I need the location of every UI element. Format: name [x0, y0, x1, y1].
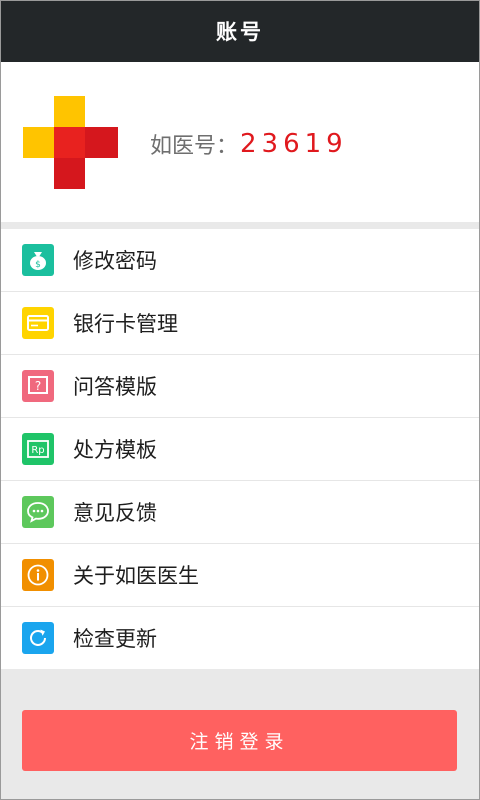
svg-text:?: ? [35, 379, 41, 393]
account-id-label: 如医号： [150, 134, 239, 159]
question-icon: ? [22, 370, 54, 402]
menu-item-label: 问答模版 [73, 375, 157, 399]
menu-item-label: 处方模板 [73, 438, 157, 462]
page-title: 账号 [216, 20, 264, 44]
refresh-icon [22, 622, 54, 654]
menu-item-label: 银行卡管理 [73, 312, 178, 336]
menu-item-change-password[interactable]: $ 修改密码 [0, 229, 480, 292]
chat-bubble-icon [22, 496, 54, 528]
app-logo [23, 96, 118, 189]
settings-menu: $ 修改密码 银行卡管理 ? 问答模版 Rp 处方模板 意见反馈 关于如医医生 [0, 229, 480, 669]
menu-item-label: 修改密码 [73, 249, 157, 273]
info-icon [22, 559, 54, 591]
menu-item-label: 检查更新 [73, 627, 157, 651]
account-id: 如医号： 23619 [150, 128, 348, 160]
menu-item-feedback[interactable]: 意见反馈 [0, 481, 480, 544]
svg-text:$: $ [35, 260, 41, 270]
rp-icon: Rp [22, 433, 54, 465]
top-bar: 账号 [0, 0, 480, 62]
logout-button[interactable]: 注销登录 [22, 710, 457, 771]
menu-item-about[interactable]: 关于如医医生 [0, 544, 480, 607]
account-id-number: 23619 [240, 129, 348, 159]
menu-item-prescription-template[interactable]: Rp 处方模板 [0, 418, 480, 481]
menu-item-check-update[interactable]: 检查更新 [0, 607, 480, 669]
bank-card-icon [22, 307, 54, 339]
menu-item-bank-card[interactable]: 银行卡管理 [0, 292, 480, 355]
menu-item-label: 意见反馈 [73, 501, 157, 525]
menu-item-qa-template[interactable]: ? 问答模版 [0, 355, 480, 418]
profile-section: 如医号： 23619 [0, 62, 480, 222]
svg-text:Rp: Rp [31, 445, 44, 456]
money-bag-icon: $ [22, 244, 54, 276]
menu-item-label: 关于如医医生 [73, 564, 199, 588]
